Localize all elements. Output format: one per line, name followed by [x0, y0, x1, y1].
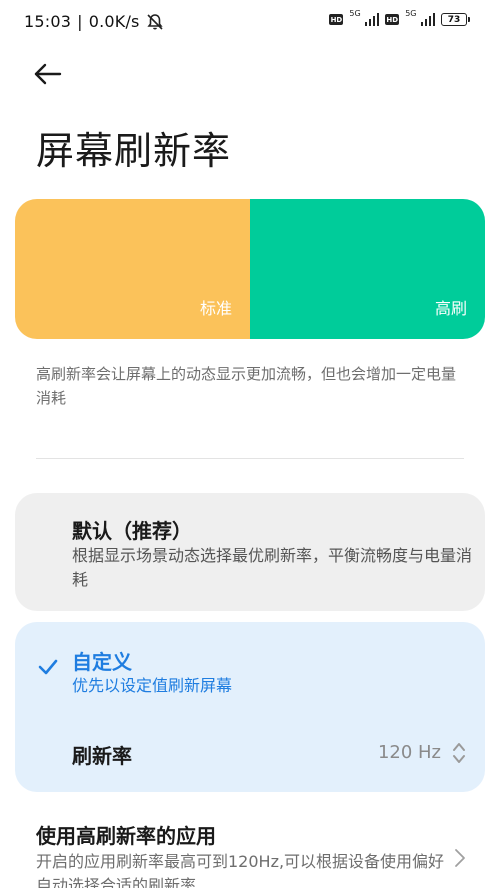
- page-title: 屏幕刷新率: [36, 129, 232, 173]
- high-refresh-apps-item[interactable]: 使用高刷新率的应用 开启的应用刷新率最高可到120Hz,可以根据设备使用偏好自动…: [0, 812, 500, 888]
- preview-standard: 标准: [15, 199, 250, 339]
- apps-desc: 开启的应用刷新率最高可到120Hz,可以根据设备使用偏好自动选择合适的刷新率: [36, 852, 445, 888]
- refresh-rate-label: 刷新率: [72, 744, 132, 768]
- signal-icon-2: [420, 13, 435, 26]
- signal-icon: [364, 13, 380, 26]
- refresh-rate-selector[interactable]: 刷新率 120 Hz: [15, 730, 485, 778]
- status-bar: 15:03 | 0.0K/s HD 5G HD 5G 73: [0, 0, 500, 44]
- refresh-rate-preview: 标准 高刷: [15, 199, 485, 339]
- status-time: 15:03: [24, 12, 72, 31]
- network-type-label-2: 5G: [405, 9, 417, 18]
- apps-title: 使用高刷新率的应用: [36, 824, 216, 848]
- status-right: HD 5G HD 5G 73: [329, 9, 470, 26]
- option-custom[interactable]: 自定义 优先以设定值刷新屏幕 刷新率 120 Hz: [15, 622, 485, 792]
- mute-icon: [146, 13, 163, 30]
- option-custom-title: 自定义: [72, 650, 132, 674]
- preview-high: 高刷: [250, 199, 485, 339]
- refresh-rate-value: 120 Hz: [377, 742, 441, 763]
- arrow-left-icon: [34, 63, 62, 85]
- check-icon: [38, 659, 58, 675]
- option-default[interactable]: 默认（推荐） 根据显示场景动态选择最优刷新率，平衡流畅度与电量消耗: [15, 493, 485, 611]
- chevron-up-down-icon: [453, 743, 465, 763]
- preview-high-label: 高刷: [434, 299, 467, 318]
- network-type-label: 5G: [349, 9, 361, 18]
- chevron-right-icon: [455, 849, 465, 867]
- hd-badge-2: HD: [385, 14, 400, 25]
- back-button[interactable]: [30, 56, 66, 92]
- status-left: 15:03 | 0.0K/s: [24, 12, 164, 31]
- option-default-desc: 根据显示场景动态选择最优刷新率，平衡流畅度与电量消耗: [72, 546, 473, 589]
- description-text: 高刷新率会让屏幕上的动态显示更加流畅，但也会增加一定电量消耗: [36, 365, 457, 407]
- status-separator: |: [77, 12, 83, 31]
- option-custom-desc: 优先以设定值刷新屏幕: [72, 676, 233, 695]
- hd-badge: HD: [329, 14, 344, 25]
- battery-level: 73: [441, 13, 467, 26]
- divider: [36, 458, 464, 459]
- preview-standard-label: 标准: [199, 299, 232, 318]
- battery-icon: 73: [441, 13, 470, 26]
- option-default-title: 默认（推荐）: [72, 519, 192, 543]
- status-network-speed: 0.0K/s: [88, 12, 140, 31]
